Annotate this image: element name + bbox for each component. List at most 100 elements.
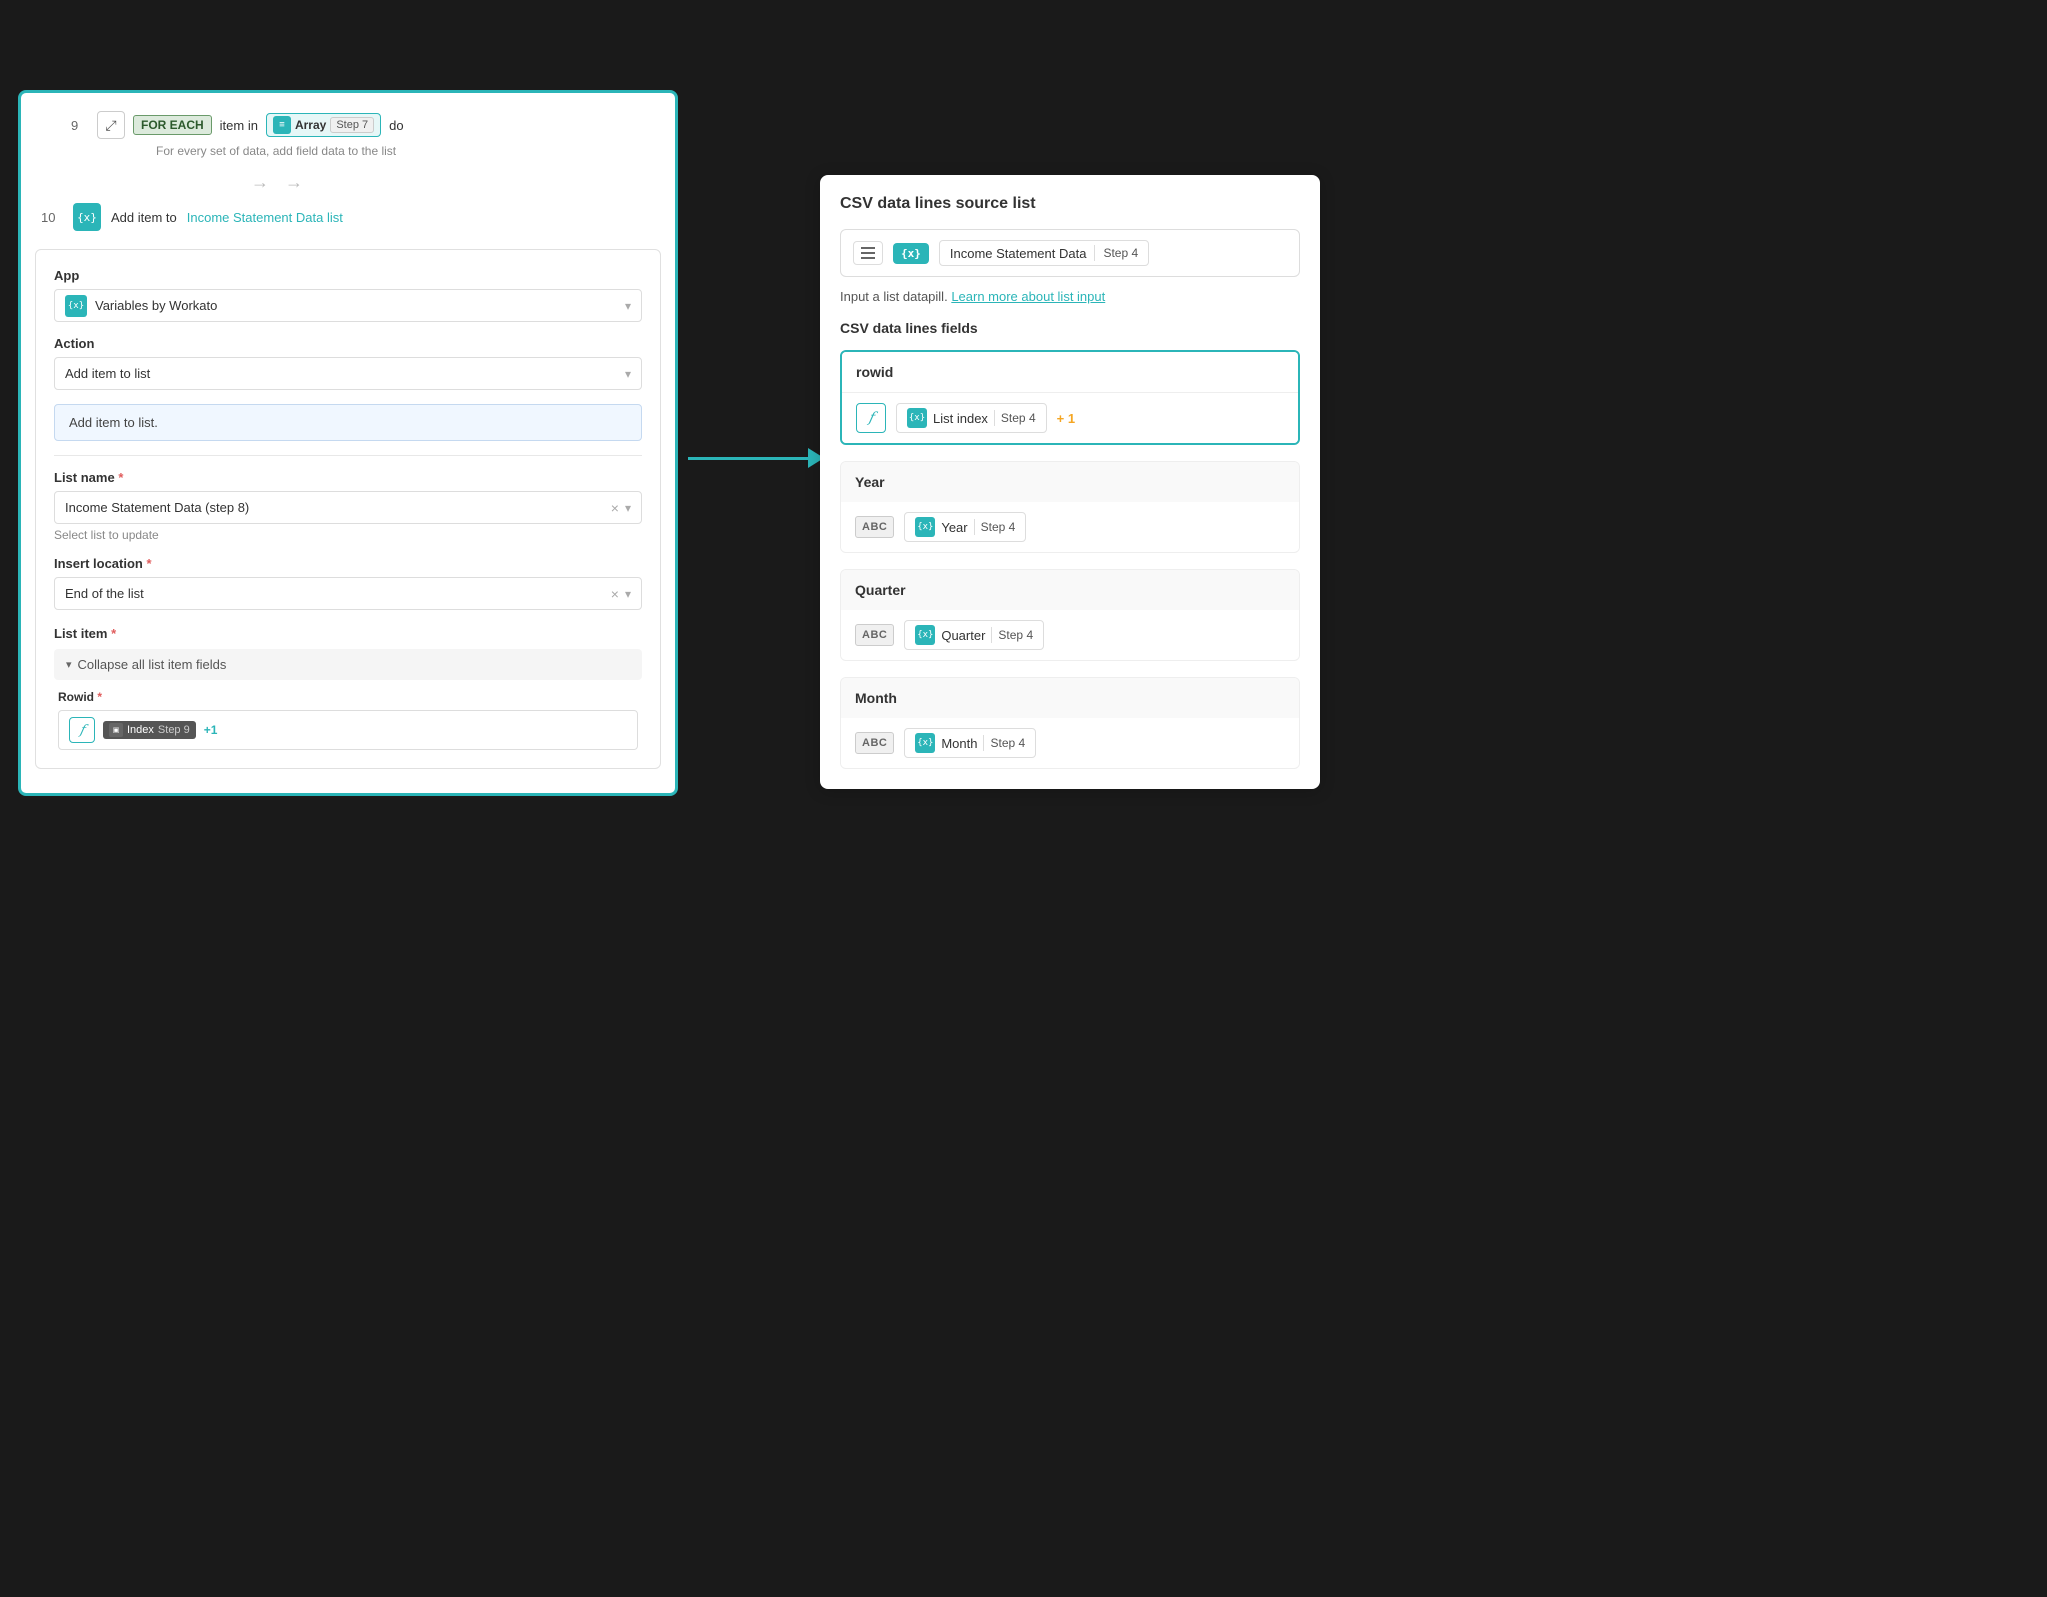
rowid-step-right: Step 4: [1001, 411, 1036, 425]
rowid-pill-label: Index: [127, 724, 154, 736]
field-year-value: ABC {x} Year Step 4: [841, 502, 1299, 552]
app-icon: {x}: [65, 295, 87, 317]
quarter-value-pill: {x} Quarter Step 4: [904, 620, 1044, 650]
arrow-down-2: →: [285, 172, 303, 193]
action-group: Action Add item to list ▾: [54, 336, 642, 390]
year-divider: [974, 519, 975, 535]
list-name-select[interactable]: Income Statement Data (step 8) × ▾: [54, 491, 642, 524]
list-name-required: *: [118, 470, 123, 485]
source-name: Income Statement Data: [950, 246, 1087, 261]
month-value-pill: {x} Month Step 4: [904, 728, 1036, 758]
quarter-abc-badge: ABC: [855, 624, 894, 646]
rowid-plus: +1: [204, 723, 218, 737]
app-group: App {x} Variables by Workato ▾: [54, 268, 642, 322]
list-name-hint: Select list to update: [54, 528, 642, 542]
insert-arrow: ▾: [625, 587, 631, 601]
insert-clear[interactable]: ×: [611, 586, 619, 602]
list-name-arrow: ▾: [625, 501, 631, 515]
rowid-step-label: Step 9: [158, 724, 190, 736]
workflow-icon[interactable]: ⤢: [97, 111, 125, 139]
source-icon-badge: {x}: [893, 243, 929, 264]
rowid-value-icon: {x}: [907, 408, 927, 428]
month-label: Month: [941, 736, 977, 751]
field-year-name: Year: [841, 462, 1299, 502]
arrow-connector: [688, 448, 824, 468]
insert-required: *: [146, 556, 151, 571]
array-label: Array: [295, 118, 326, 132]
fields-title: CSV data lines fields: [840, 320, 1300, 336]
month-abc-badge: ABC: [855, 732, 894, 754]
panel-title: CSV data lines source list: [840, 195, 1300, 213]
rowid-plus-right: + 1: [1057, 411, 1075, 426]
rowid-right-fx-icon: 𝑓: [856, 403, 886, 433]
right-panel: CSV data lines source list {x} Income St…: [820, 175, 1320, 789]
app-dropdown-arrow: ▾: [625, 299, 631, 313]
array-pill: ≡ Array Step 7: [266, 113, 381, 137]
action-description: Add item to list.: [54, 404, 642, 441]
step10-link[interactable]: Income Statement Data list: [187, 210, 343, 225]
insert-location-group: Insert location * End of the list × ▾: [54, 556, 642, 610]
foreach-badge: FOR EACH: [133, 115, 212, 135]
field-rowid: rowid 𝑓 {x} List index Step 4 + 1: [840, 350, 1300, 445]
step7-tag: Step 7: [330, 117, 374, 133]
action-dropdown-arrow: ▾: [625, 367, 631, 381]
field-rowid-value: 𝑓 {x} List index Step 4 + 1: [842, 393, 1298, 443]
step10-number: 10: [41, 210, 63, 225]
list-name-group: List name * Income Statement Data (step …: [54, 470, 642, 542]
rowid-container: Rowid * 𝑓 ▣ Index Step 9 +1: [54, 690, 642, 750]
insert-location-value: End of the list: [65, 578, 611, 609]
year-value-pill: {x} Year Step 4: [904, 512, 1026, 542]
collapse-header[interactable]: ▾ Collapse all list item fields: [54, 649, 642, 680]
array-icon: ≡: [273, 116, 291, 134]
hamburger-line-1: [861, 247, 875, 249]
insert-location-select[interactable]: End of the list × ▾: [54, 577, 642, 610]
year-step: Step 4: [981, 520, 1016, 534]
year-label: Year: [941, 520, 967, 535]
app-select[interactable]: {x} Variables by Workato ▾: [54, 289, 642, 322]
insert-location-label: Insert location *: [54, 556, 642, 571]
field-quarter-name: Quarter: [841, 570, 1299, 610]
list-name-value: Income Statement Data (step 8): [65, 492, 611, 523]
month-icon: {x}: [915, 733, 935, 753]
collapse-arrow-icon: ▾: [66, 658, 72, 671]
rowid-value-pill: {x} List index Step 4: [896, 403, 1047, 433]
pill-divider: [1094, 245, 1095, 261]
quarter-step: Step 4: [998, 628, 1033, 642]
field-month-name: Month: [841, 678, 1299, 718]
source-row: {x} Income Statement Data Step 4: [840, 229, 1300, 277]
input-hint: Input a list datapill. Learn more about …: [840, 289, 1300, 304]
foreach-row: 9 ⤢ FOR EACH item in ≡ Array Step 7 do: [41, 111, 655, 139]
hamburger-icon[interactable]: [853, 241, 883, 265]
rowid-label: Rowid *: [58, 690, 638, 704]
source-step: Step 4: [1103, 246, 1138, 260]
collapse-label: Collapse all list item fields: [78, 657, 227, 672]
rowid-pill-input[interactable]: 𝑓 ▣ Index Step 9 +1: [58, 710, 638, 750]
rowid-step-pill: ▣ Index Step 9: [103, 721, 196, 739]
arrow-down-1: →: [251, 172, 269, 193]
year-abc-badge: ABC: [855, 516, 894, 538]
step10-row: 10 {x} Add item to Income Statement Data…: [41, 203, 655, 231]
source-name-pill: Income Statement Data Step 4: [939, 240, 1149, 266]
left-panel: 9 ⤢ FOR EACH item in ≡ Array Step 7 do F…: [18, 90, 678, 796]
list-item-required: *: [111, 626, 116, 641]
month-step: Step 4: [990, 736, 1025, 750]
quarter-icon: {x}: [915, 625, 935, 645]
hamburger-line-2: [861, 252, 875, 254]
field-quarter-value: ABC {x} Quarter Step 4: [841, 610, 1299, 660]
foreach-do: do: [389, 118, 403, 133]
year-icon: {x}: [915, 517, 935, 537]
action-label: Action: [54, 336, 642, 351]
workflow-header: 9 ⤢ FOR EACH item in ≡ Array Step 7 do F…: [21, 93, 675, 231]
field-month: Month ABC {x} Month Step 4: [840, 677, 1300, 769]
field-year: Year ABC {x} Year Step 4: [840, 461, 1300, 553]
rowid-pill-label-right: List index: [933, 411, 988, 426]
list-name-clear[interactable]: ×: [611, 500, 619, 516]
learn-link[interactable]: Learn more about list input: [951, 289, 1105, 304]
field-quarter: Quarter ABC {x} Quarter Step 4: [840, 569, 1300, 661]
list-name-label: List name *: [54, 470, 642, 485]
app-value: Variables by Workato: [95, 290, 625, 321]
app-label: App: [54, 268, 642, 283]
field-rowid-name: rowid: [842, 352, 1298, 393]
source-icon-text: {x}: [901, 247, 921, 260]
action-select[interactable]: Add item to list ▾: [54, 357, 642, 390]
